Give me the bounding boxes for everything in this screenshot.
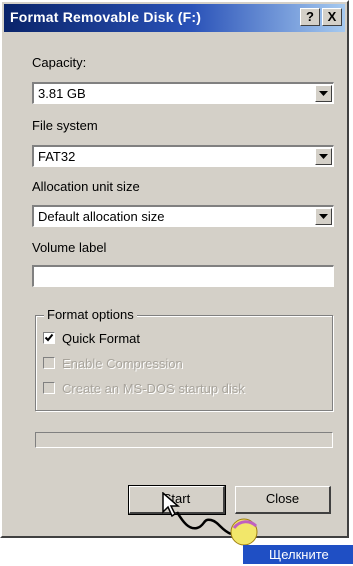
allocation-select[interactable]: Default allocation size: [32, 205, 334, 227]
format-dialog: Format Removable Disk (F:) ? X Capacity:…: [0, 0, 349, 538]
cursor-highlight-icon: [230, 518, 258, 546]
chevron-down-icon[interactable]: [315, 208, 332, 225]
capacity-select[interactable]: 3.81 GB: [32, 82, 334, 104]
chevron-down-icon[interactable]: [315, 148, 332, 165]
format-options-legend: Format options: [44, 307, 137, 322]
volume-label-label: Volume label: [32, 240, 107, 255]
format-progress-bar: [35, 432, 333, 448]
volume-label-input[interactable]: [32, 265, 334, 287]
enable-compression-checkbox: [43, 357, 55, 369]
dialog-title: Format Removable Disk (F:): [10, 9, 202, 25]
msdos-startup-label: Create an MS-DOS startup disk: [62, 381, 245, 396]
quick-format-checkbox[interactable]: [43, 332, 55, 344]
capacity-value: 3.81 GB: [38, 86, 86, 101]
chevron-down-icon[interactable]: [315, 85, 332, 102]
help-button[interactable]: ?: [300, 8, 320, 26]
file-system-select[interactable]: FAT32: [32, 145, 334, 167]
click-callout: Щелкните: [243, 545, 353, 564]
quick-format-label: Quick Format: [62, 331, 141, 346]
close-window-button[interactable]: X: [322, 8, 342, 26]
allocation-label: Allocation unit size: [32, 179, 140, 194]
file-system-label: File system: [32, 118, 98, 133]
capacity-label: Capacity:: [32, 55, 87, 70]
msdos-startup-checkbox: [43, 382, 55, 394]
title-bar[interactable]: Format Removable Disk (F:) ? X: [4, 4, 345, 32]
enable-compression-label: Enable Compression: [62, 356, 183, 371]
allocation-value: Default allocation size: [38, 209, 165, 224]
file-system-value: FAT32: [38, 149, 76, 164]
